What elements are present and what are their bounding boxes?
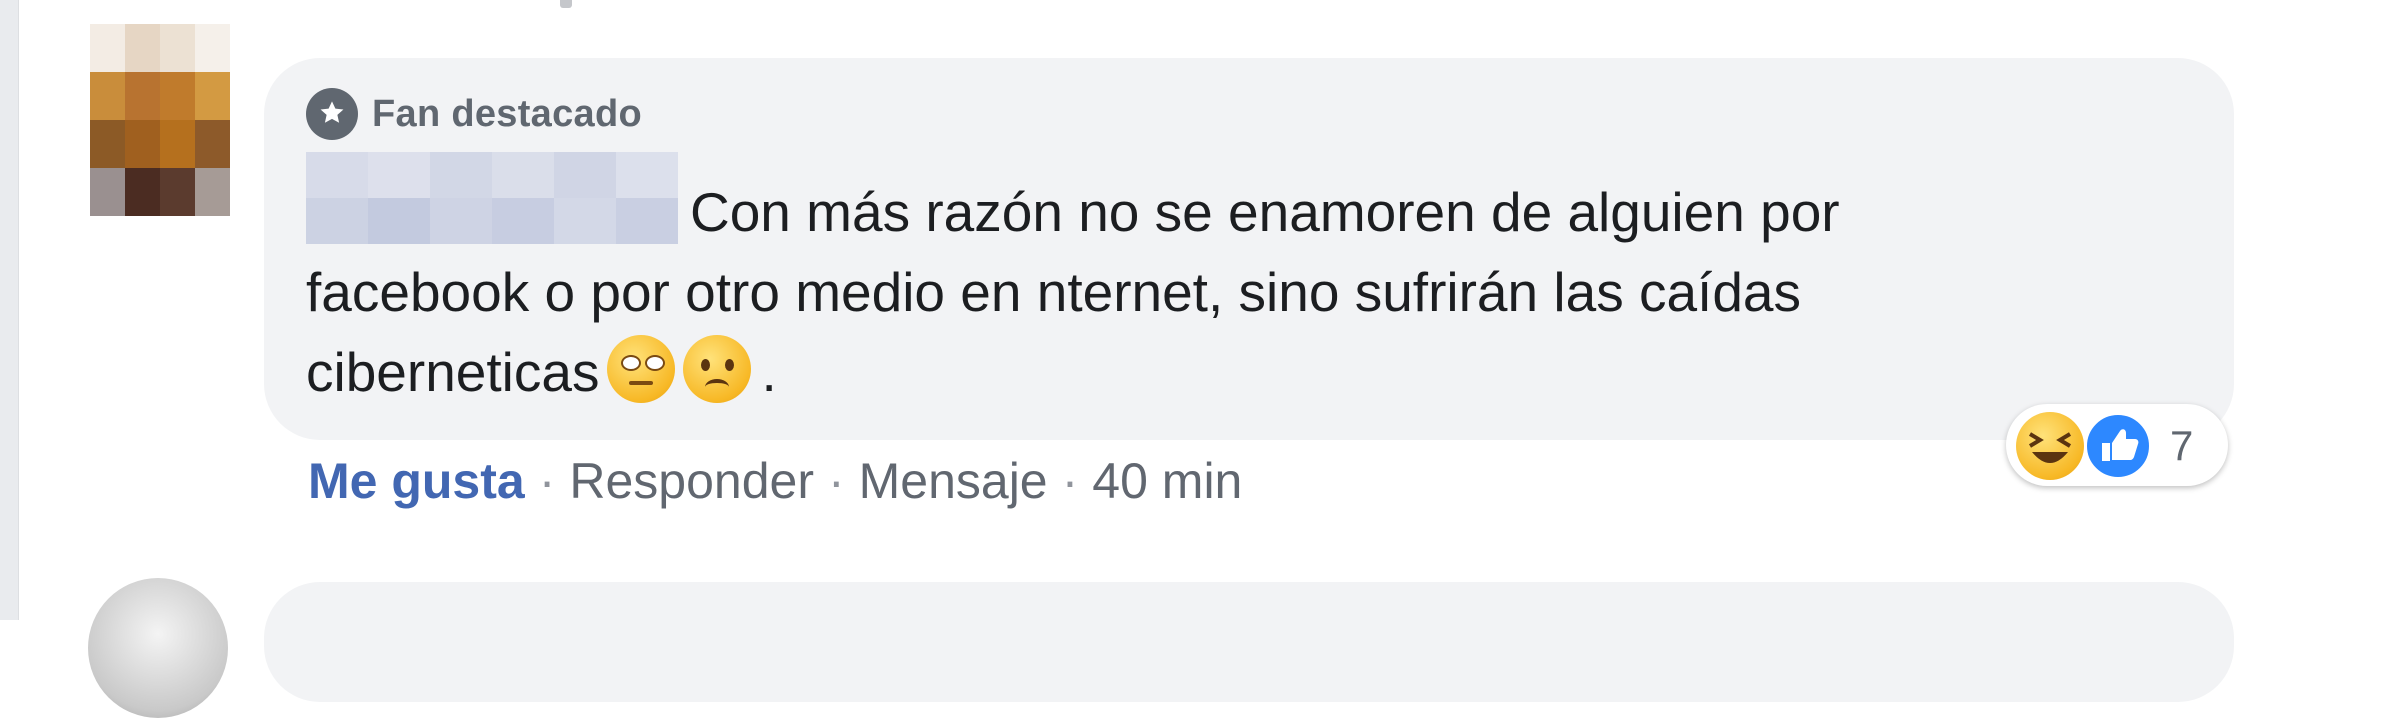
like-link[interactable]: Me gusta [308, 452, 525, 510]
next-comment-bubble [264, 582, 2234, 702]
separator: · [538, 453, 556, 509]
rolling-eyes-emoji-icon [607, 335, 676, 403]
separator: · [1061, 453, 1079, 509]
star-badge-icon [306, 88, 358, 140]
reactions-summary[interactable]: 7 [2006, 404, 2228, 486]
comment-trailing-period: . [761, 341, 777, 403]
previous-comment-fragment [560, 0, 572, 8]
next-commenter-avatar[interactable] [88, 578, 228, 718]
like-reaction-icon [2084, 412, 2152, 480]
message-link[interactable]: Mensaje [859, 452, 1048, 510]
top-fan-badge: Fan destacado [306, 88, 642, 140]
comment-actions: Me gusta · Responder · Mensaje · 40 min [308, 452, 1242, 510]
reaction-count: 7 [2170, 422, 2194, 469]
separator: · [827, 453, 845, 509]
feed-left-rail [0, 0, 19, 620]
timestamp-link[interactable]: 40 min [1092, 452, 1242, 510]
comment-text: Con más razón no se enamoren de alguien … [306, 172, 2066, 412]
haha-reaction-icon [2016, 412, 2084, 480]
comment-body: Con más razón no se enamoren de alguien … [306, 181, 1840, 403]
worried-face-emoji-icon [683, 335, 752, 403]
reply-link[interactable]: Responder [569, 452, 814, 510]
commenter-avatar[interactable] [90, 24, 230, 216]
badge-label: Fan destacado [372, 92, 642, 135]
